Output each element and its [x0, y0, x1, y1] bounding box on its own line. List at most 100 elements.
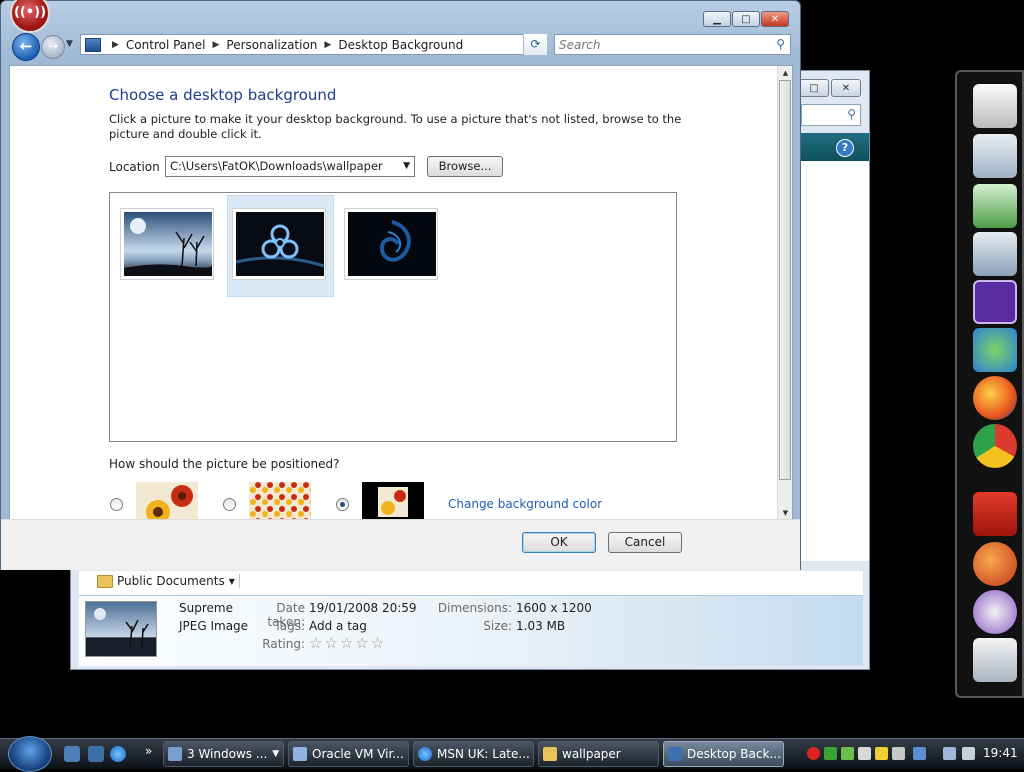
sidebar-dock	[955, 70, 1024, 698]
tags-value[interactable]: Add a tag	[309, 619, 367, 633]
ok-button[interactable]: OK	[522, 532, 596, 553]
wallpaper-thumbnail-biohazard[interactable]: ➤	[232, 208, 391, 280]
clock[interactable]: 19:41	[983, 746, 1018, 760]
task-wallpaper[interactable]: wallpaper	[538, 741, 659, 767]
chevron-down-icon[interactable]: ▼	[272, 749, 279, 759]
close-button[interactable]: ✕	[761, 11, 789, 27]
task-3-windows[interactable]: 3 Windows ... ▼	[163, 741, 284, 767]
breadcrumb-personalization[interactable]: Personalization	[226, 38, 317, 52]
recycle-bin-icon[interactable]	[973, 638, 1017, 682]
task-label: MSN UK: Late...	[437, 747, 530, 761]
breadcrumb-separator[interactable]: ▶	[112, 40, 119, 50]
display-icon[interactable]	[858, 747, 871, 760]
messenger-tray-icon[interactable]	[841, 747, 854, 760]
search-icon[interactable]: ⚲	[776, 37, 785, 51]
chrome-icon[interactable]	[973, 424, 1017, 468]
scrollbar-thumb[interactable]	[779, 80, 791, 480]
ie-icon[interactable]	[110, 746, 126, 762]
tags-label: Tags:	[274, 619, 305, 633]
explorer-close-button[interactable]: ✕	[831, 79, 861, 97]
recent-pages-dropdown[interactable]: ▼	[66, 39, 73, 49]
monitor-icon[interactable]	[973, 84, 1017, 128]
size-label: Size:	[483, 619, 512, 633]
quicklaunch-overflow-icon[interactable]: »	[145, 744, 152, 758]
scroll-down-icon[interactable]: ▼	[778, 506, 792, 520]
wallpaper-thumbnail-blue-swirl[interactable]	[344, 208, 438, 280]
messenger-icon[interactable]	[973, 328, 1017, 372]
search-input[interactable]	[555, 35, 761, 55]
chevron-down-icon[interactable]: ▼	[229, 577, 235, 586]
size-value: 1.03 MB	[516, 619, 566, 633]
control-panel-icon	[85, 37, 101, 52]
back-button[interactable]: ←	[12, 33, 40, 61]
minimize-button[interactable]: ▁	[703, 11, 731, 27]
tools-icon[interactable]	[892, 747, 905, 760]
position-tile-preview	[249, 482, 311, 520]
explorer-folder-bar: Public Documents ▼	[79, 571, 863, 595]
dialog-footer: OK Cancel	[1, 519, 800, 570]
browse-button[interactable]: Browse...	[427, 156, 503, 177]
explorer-search-input[interactable]: ⚲	[801, 104, 861, 126]
file-name: Supreme	[179, 601, 233, 615]
task-oracle-vm[interactable]: Oracle VM Vir...	[288, 741, 409, 767]
folder-icon[interactable]	[973, 134, 1017, 178]
task-desktop-background[interactable]: Desktop Back...	[663, 741, 784, 767]
breadcrumb-control-panel[interactable]: Control Panel	[126, 38, 206, 52]
public-documents-item[interactable]: Public Documents ▼	[97, 574, 240, 588]
taskbar: » 3 Windows ... ▼ Oracle VM Vir... MSN U…	[0, 736, 1024, 772]
address-bar[interactable]: ▶ Control Panel ▶ Personalization ▶ Desk…	[80, 34, 547, 55]
paint-icon[interactable]	[973, 590, 1017, 634]
start-button[interactable]	[8, 736, 52, 772]
task-label: Oracle VM Vir...	[312, 747, 404, 761]
tree-silhouette-icon	[94, 608, 149, 649]
explorer-maximize-button[interactable]: □	[799, 79, 829, 97]
breadcrumb-desktop-background[interactable]: Desktop Background	[338, 38, 463, 52]
windows-group-icon	[168, 747, 182, 761]
acrobat-icon[interactable]	[973, 492, 1017, 536]
winter-trees-image	[124, 212, 212, 276]
position-center-preview	[362, 482, 424, 520]
blue-swirl-image	[348, 212, 436, 276]
position-fit-radio[interactable]	[110, 498, 123, 511]
task-label: 3 Windows ...	[187, 747, 268, 761]
show-desktop-icon[interactable]	[64, 746, 80, 762]
window-switcher-icon[interactable]	[88, 746, 104, 762]
ie-icon	[418, 747, 432, 761]
cancel-button[interactable]: Cancel	[608, 532, 682, 553]
search-box[interactable]: ⚲	[554, 34, 791, 55]
scroll-up-icon[interactable]: ▲	[778, 66, 792, 80]
wallpaper-thumbnail-winter-trees[interactable]	[120, 208, 214, 280]
breadcrumb-separator[interactable]: ▶	[324, 40, 331, 50]
folder-icon[interactable]	[973, 232, 1017, 276]
maximize-button[interactable]: □	[732, 11, 760, 27]
forward-button[interactable]: →	[41, 35, 65, 59]
position-center-radio[interactable]	[336, 498, 349, 511]
arrow-left-icon: ←	[19, 37, 33, 55]
rating-stars[interactable]: ☆☆☆☆☆	[309, 634, 386, 652]
pidgin-icon[interactable]	[973, 542, 1017, 586]
breadcrumb-separator[interactable]: ▶	[213, 40, 220, 50]
refresh-button[interactable]: ⟳	[523, 34, 547, 55]
page-title: Choose a desktop background	[109, 86, 337, 104]
virtualbox-tray-icon[interactable]	[913, 747, 926, 760]
update-icon[interactable]	[824, 747, 837, 760]
firefox-icon[interactable]	[973, 376, 1017, 420]
file-type: JPEG Image	[179, 619, 249, 633]
date-taken-value: 19/01/2008 20:59	[309, 601, 417, 615]
dimensions-label: Dimensions:	[437, 601, 512, 615]
position-tile-radio[interactable]	[223, 498, 236, 511]
vertical-scrollbar[interactable]: ▲ ▼	[777, 66, 792, 520]
network-icon[interactable]	[943, 747, 956, 760]
cpu-icon[interactable]	[973, 280, 1017, 324]
volume-icon[interactable]	[962, 747, 975, 760]
security-alert-icon[interactable]	[807, 747, 820, 760]
folder-icon[interactable]	[973, 184, 1017, 228]
dimensions-value: 1600 x 1200	[516, 601, 592, 615]
chevron-down-icon[interactable]: ▼	[403, 157, 410, 176]
location-select[interactable]: C:\Users\FatOK\Downloads\wallpaper ▼	[165, 156, 415, 177]
task-msn-uk[interactable]: MSN UK: Late...	[413, 741, 534, 767]
usb-icon[interactable]	[875, 747, 888, 760]
change-background-color-link[interactable]: Change background color	[448, 497, 602, 511]
details-pane: Supreme JPEG Image Date taken: 19/01/200…	[79, 595, 863, 666]
help-icon[interactable]: ?	[836, 139, 854, 157]
